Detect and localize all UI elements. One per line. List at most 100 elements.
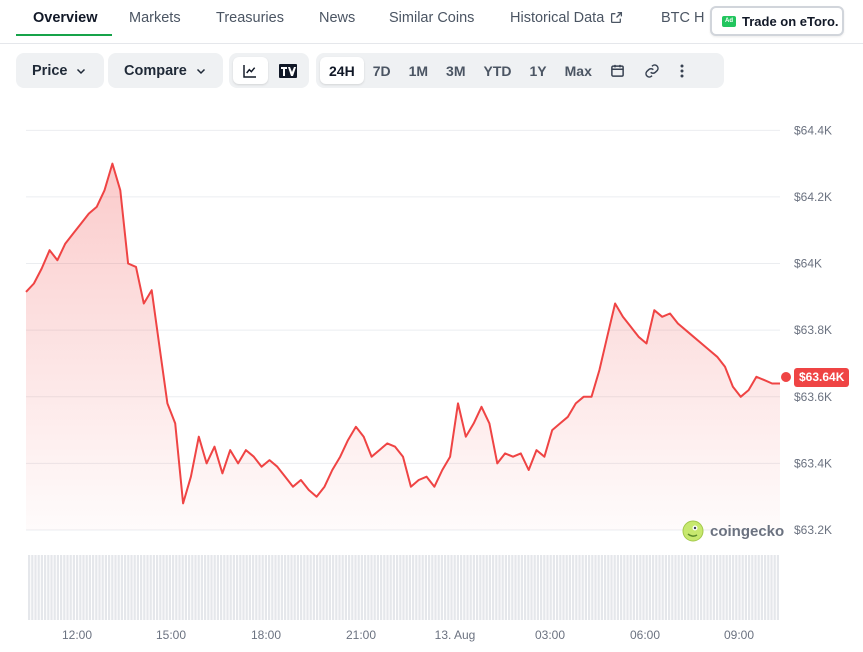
volume-bar: [408, 555, 411, 620]
range-ytd-button[interactable]: YTD: [475, 57, 521, 84]
volume-bar: [252, 555, 255, 620]
price-dropdown[interactable]: Price: [16, 53, 104, 88]
volume-bar: [658, 555, 661, 620]
volume-bar: [226, 555, 229, 620]
tab-news[interactable]: News: [319, 10, 355, 26]
compare-dropdown[interactable]: Compare: [108, 53, 223, 88]
volume-bar: [488, 555, 491, 620]
volume-bar: [728, 555, 731, 620]
volume-bar: [620, 555, 623, 620]
volume-bar: [402, 555, 405, 620]
volume-bar: [127, 555, 130, 620]
more-icon: [680, 64, 684, 77]
volume-bar: [434, 555, 437, 620]
price-dropdown-label: Price: [32, 62, 68, 79]
tab-historical-data[interactable]: Historical Data: [510, 10, 623, 26]
x-tick-label: 09:00: [724, 628, 754, 642]
volume-bar: [476, 555, 479, 620]
tab-btc-h[interactable]: BTC H: [661, 10, 705, 26]
tab-markets[interactable]: Markets: [129, 10, 181, 26]
volume-bar: [277, 555, 280, 620]
volume-bar: [437, 555, 440, 620]
volume-bar: [165, 555, 168, 620]
more-options-button[interactable]: [669, 57, 695, 84]
volume-bar: [588, 555, 591, 620]
volume-bar: [754, 555, 757, 620]
volume-bar: [738, 555, 741, 620]
volume-bar: [303, 555, 306, 620]
x-tick-label: 15:00: [156, 628, 186, 642]
volume-bar: [591, 555, 594, 620]
range-3m-button[interactable]: 3M: [437, 57, 474, 84]
range-max-button[interactable]: Max: [556, 57, 601, 84]
volume-bar: [732, 555, 735, 620]
volume-bar: [178, 555, 181, 620]
external-link-icon: [611, 11, 623, 24]
volume-bar: [300, 555, 303, 620]
volume-bar: [389, 555, 392, 620]
volume-bar: [133, 555, 136, 620]
share-link-button[interactable]: [635, 57, 669, 84]
volume-bar: [50, 555, 53, 620]
x-tick-label: 12:00: [62, 628, 92, 642]
active-tab-indicator: [16, 34, 112, 36]
volume-bar: [232, 555, 235, 620]
volume-bar: [364, 555, 367, 620]
volume-bar: [37, 555, 40, 620]
line-chart-button[interactable]: [233, 57, 268, 84]
volume-bar: [124, 555, 127, 620]
volume-bar: [572, 555, 575, 620]
volume-bar: [60, 555, 63, 620]
volume-bar: [674, 555, 677, 620]
volume-bar: [597, 555, 600, 620]
tradingview-button[interactable]: [272, 57, 305, 84]
date-range-button[interactable]: [601, 57, 635, 84]
volume-bar: [405, 555, 408, 620]
volume-bar: [661, 555, 664, 620]
tab-treasuries[interactable]: Treasuries: [216, 10, 284, 26]
etoro-ad-button[interactable]: Ad Trade on eToro.: [710, 6, 844, 36]
calendar-icon: [611, 64, 625, 77]
y-tick-label: $63.6K: [794, 390, 832, 404]
volume-bar: [536, 555, 539, 620]
price-chart[interactable]: $64.4K $64.2K $64K $63.8K $63.6K $63.4K $63.2K…: [0, 100, 863, 652]
volume-bar: [194, 555, 197, 620]
volume-bar: [501, 555, 504, 620]
range-24h-button[interactable]: 24H: [320, 57, 364, 84]
volume-bar: [639, 555, 642, 620]
volume-bar: [559, 555, 562, 620]
volume-bar: [255, 555, 258, 620]
volume-bar: [757, 555, 760, 620]
volume-bar: [335, 555, 338, 620]
volume-bar: [498, 555, 501, 620]
volume-bar: [735, 555, 738, 620]
tab-similar-coins[interactable]: Similar Coins: [389, 10, 474, 26]
volume-bar: [632, 555, 635, 620]
range-1y-button[interactable]: 1Y: [521, 57, 556, 84]
volume-bar: [63, 555, 66, 620]
x-tick-label: 18:00: [251, 628, 281, 642]
volume-bar: [770, 555, 773, 620]
volume-bar: [556, 555, 559, 620]
volume-bar: [655, 555, 658, 620]
range-1m-button[interactable]: 1M: [400, 57, 437, 84]
volume-bar: [703, 555, 706, 620]
volume-bar: [360, 555, 363, 620]
tab-historical-data-label: Historical Data: [510, 10, 605, 26]
volume-bar: [453, 555, 456, 620]
volume-bar: [671, 555, 674, 620]
volume-bar: [338, 555, 341, 620]
range-7d-button[interactable]: 7D: [364, 57, 400, 84]
y-tick-label: $64K: [794, 257, 822, 271]
volume-bar: [485, 555, 488, 620]
volume-bar: [79, 555, 82, 620]
volume-bar: [370, 555, 373, 620]
volume-bar: [200, 555, 203, 620]
tab-overview[interactable]: Overview: [33, 10, 98, 26]
volume-bar: [248, 555, 251, 620]
volume-bar: [725, 555, 728, 620]
volume-bar: [773, 555, 776, 620]
volume-bar: [495, 555, 498, 620]
volume-bar: [460, 555, 463, 620]
volume-bar: [380, 555, 383, 620]
